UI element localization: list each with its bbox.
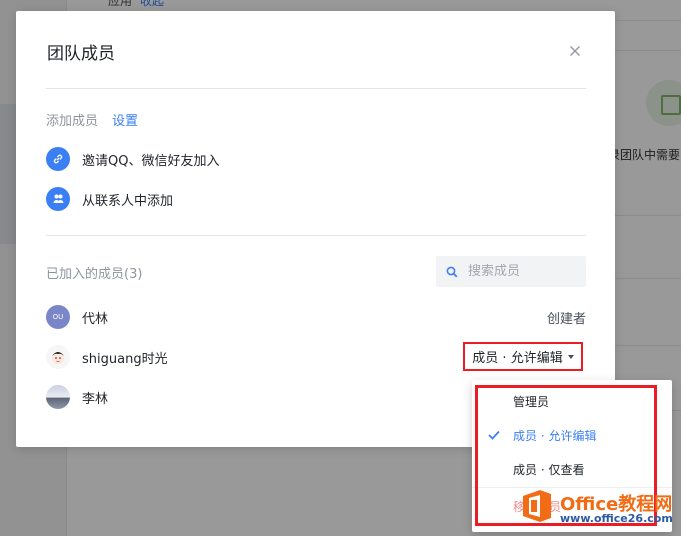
add-from-contacts-button[interactable]: 从联系人中添加: [46, 187, 173, 211]
close-icon: [570, 46, 580, 56]
avatar: [46, 385, 70, 409]
contacts-icon: [46, 187, 70, 211]
caret-down-icon: [567, 354, 574, 359]
landscape-avatar-icon: [46, 385, 70, 409]
dialog-title: 团队成员: [47, 44, 115, 64]
member-search-input[interactable]: [468, 264, 578, 279]
settings-link[interactable]: 设置: [112, 110, 138, 129]
role-option-label: 成员 · 仅查看: [513, 462, 585, 477]
role-select-value: 成员 · 允许编辑: [472, 351, 563, 366]
check-icon: [488, 430, 500, 440]
role-select-dropdown[interactable]: 成员 · 允许编辑: [463, 342, 583, 371]
close-button[interactable]: [567, 43, 583, 59]
watermark: Office教程网 www.office26.com: [520, 488, 681, 536]
role-option-member-edit[interactable]: 成员 · 允许编辑: [472, 419, 672, 451]
member-role: 创建者: [546, 311, 586, 327]
avatar: OU: [46, 305, 70, 329]
role-option-label: 管理员: [513, 394, 550, 409]
header-divider: [46, 88, 586, 89]
joined-members-label: 已加入的成员(3): [46, 267, 143, 282]
section-divider: [46, 235, 586, 236]
watermark-url: www.office26.com: [560, 512, 673, 525]
add-members-label: 添加成员: [46, 114, 99, 129]
add-from-contacts-label: 从联系人中添加: [82, 193, 174, 209]
office-logo-icon: [523, 490, 551, 522]
cartoon-avatar-icon: [52, 352, 64, 364]
member-row[interactable]: OU 代林 创建者: [46, 304, 586, 330]
role-option-admin[interactable]: 管理员: [472, 385, 672, 417]
link-icon: [46, 147, 70, 171]
member-name: 代林: [82, 311, 109, 327]
member-name: shiguang时光: [82, 351, 168, 367]
role-option-label: 成员 · 允许编辑: [513, 428, 597, 443]
invite-friends-label: 邀请QQ、微信好友加入: [82, 153, 220, 169]
avatar-initials: OU: [52, 313, 64, 321]
member-search[interactable]: [436, 256, 586, 287]
avatar: [46, 345, 70, 369]
search-icon: [446, 266, 458, 277]
role-option-member-view[interactable]: 成员 · 仅查看: [472, 453, 672, 485]
member-name: 李林: [82, 391, 109, 407]
invite-friends-button[interactable]: 邀请QQ、微信好友加入: [46, 147, 219, 171]
